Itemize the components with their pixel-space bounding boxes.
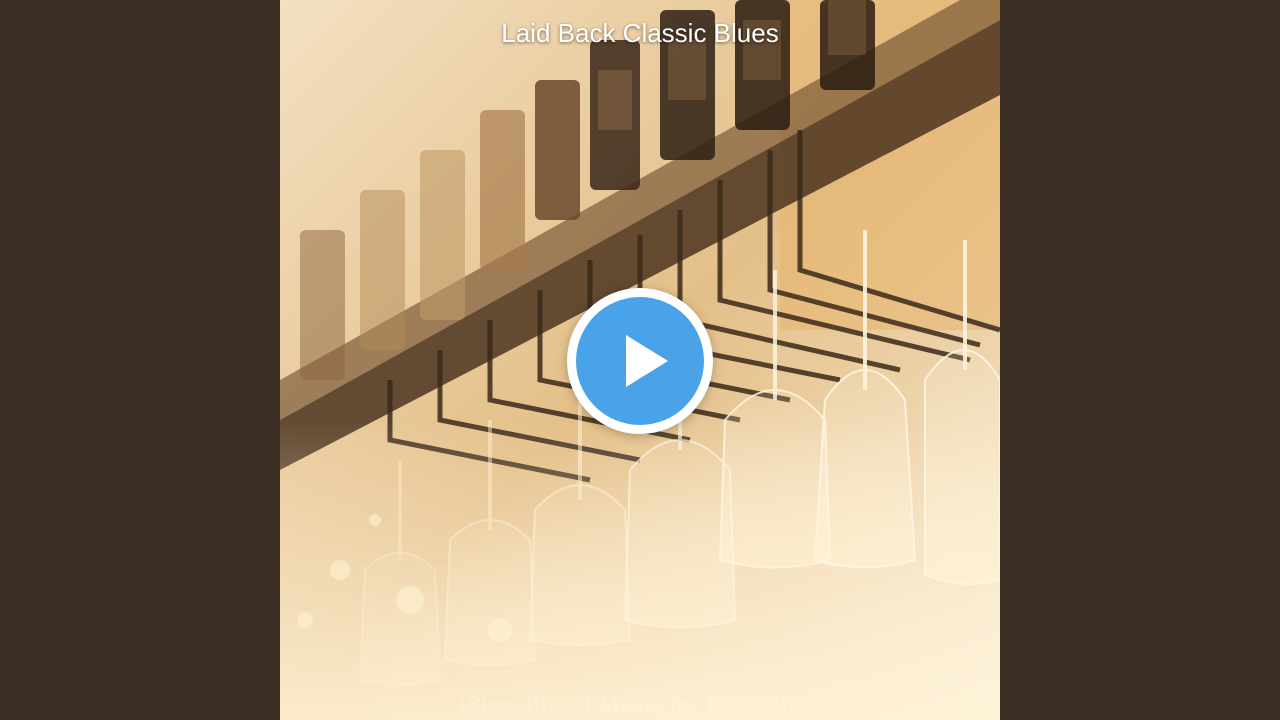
album-caption: (Slow Blues) Music for Retro Bars bbox=[458, 692, 822, 716]
play-button[interactable] bbox=[567, 288, 713, 434]
play-triangle-icon bbox=[626, 335, 668, 387]
play-button-circle[interactable] bbox=[576, 297, 704, 425]
video-title: Laid Back Classic Blues bbox=[501, 18, 779, 48]
video-player[interactable]: Laid Back Classic Blues (Slow Blues) Mus… bbox=[0, 0, 1280, 720]
